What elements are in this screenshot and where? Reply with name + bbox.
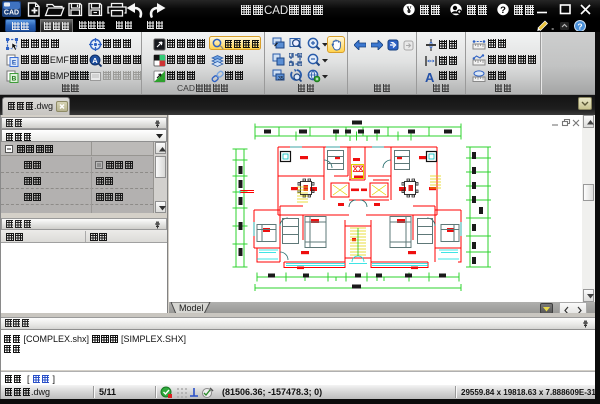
svg-text:A: A — [92, 56, 98, 65]
svg-text:E: E — [12, 60, 17, 67]
svg-text:¥: ¥ — [407, 6, 412, 16]
svg-text:?: ? — [500, 5, 506, 16]
svg-text:?: ? — [577, 22, 582, 32]
svg-text:35: 35 — [278, 76, 284, 82]
svg-text:B: B — [12, 76, 17, 83]
svg-text:CAD: CAD — [4, 10, 19, 17]
